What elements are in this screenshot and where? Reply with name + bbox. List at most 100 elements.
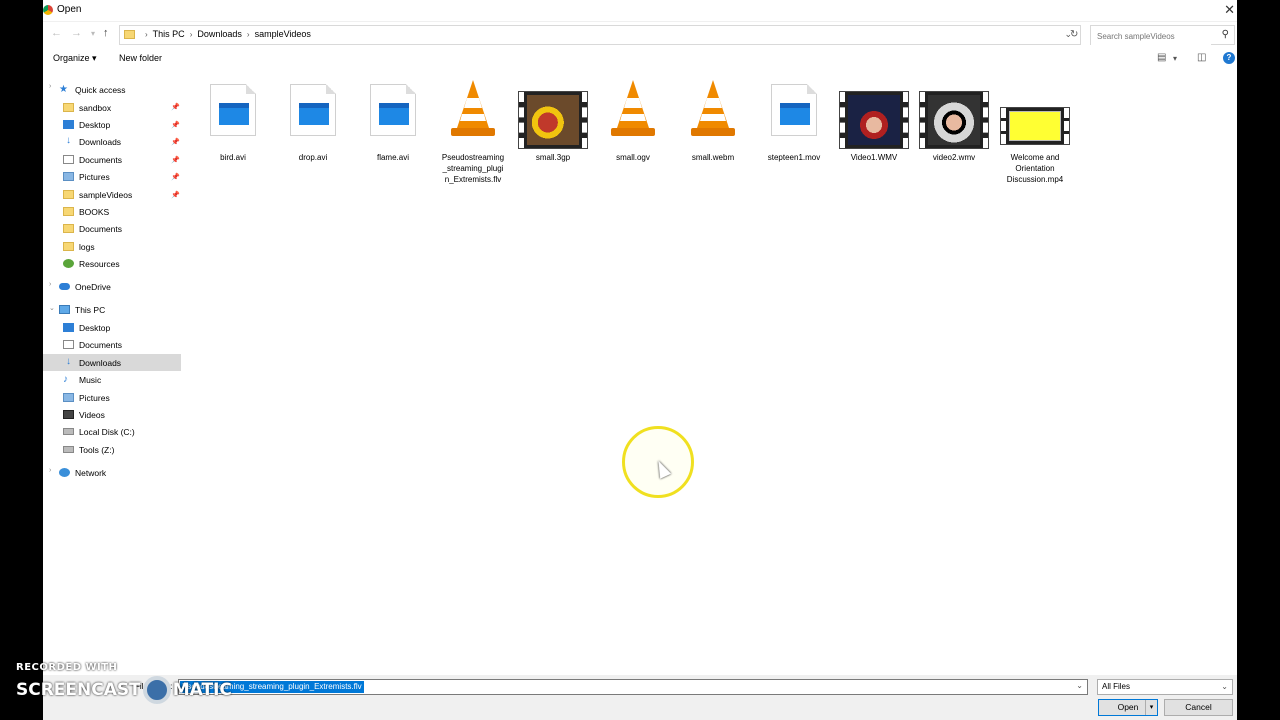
title-bar: Open ✕	[43, 0, 1237, 22]
up-arrow-icon[interactable]: ↑	[103, 27, 109, 39]
open-button[interactable]: Open ▾	[1098, 699, 1158, 716]
film-thumbnail	[518, 91, 588, 149]
new-folder-button[interactable]: New folder	[119, 53, 162, 63]
file-item-pseudostreaming[interactable]: Pseudostreaming _streaming_plugi n_Extre…	[433, 74, 513, 185]
breadcrumb-samplevideos[interactable]: sampleVideos	[255, 29, 311, 39]
file-name: drop.avi	[298, 153, 328, 162]
pin-icon: 📌	[171, 104, 180, 111]
nav-pc-pictures[interactable]: Pictures	[63, 389, 110, 406]
chevron-down-icon[interactable]: ⌄	[1076, 681, 1083, 690]
file-item-small-3gp[interactable]: small.3gp	[513, 74, 593, 163]
nav-label: Videos	[79, 409, 105, 420]
file-name: video2.wmv	[932, 153, 976, 162]
close-icon[interactable]: ✕	[1224, 2, 1235, 18]
organize-button[interactable]: Organize ▾	[53, 53, 97, 64]
disk-icon	[63, 428, 74, 435]
nav-item-documents[interactable]: Documents	[63, 151, 122, 168]
nav-label: Local Disk (C:)	[79, 426, 135, 437]
file-item-small-webm[interactable]: small.webm	[673, 74, 753, 163]
file-name-input[interactable]: Pseudostreaming_streaming_plugin_Extremi…	[178, 679, 1088, 695]
folder-icon	[63, 103, 74, 112]
nav-pc-videos[interactable]: Videos	[63, 406, 105, 423]
breadcrumb-downloads[interactable]: Downloads	[197, 29, 242, 39]
file-item-flame[interactable]: flame.avi	[353, 74, 433, 163]
expand-icon[interactable]: ›	[49, 467, 51, 474]
navigation-pane: › ★ Quick access sandbox 📌 Desktop 📌 ↓ Dow…	[43, 78, 183, 668]
cancel-button[interactable]: Cancel	[1164, 699, 1233, 716]
film-thumbnail	[839, 91, 909, 149]
nav-pc-desktop[interactable]: Desktop	[63, 319, 110, 336]
nav-label: Desktop	[79, 119, 111, 130]
resources-icon	[63, 259, 74, 268]
file-item-drop[interactable]: drop.avi	[273, 74, 353, 163]
documents-icon	[63, 340, 74, 349]
file-name: Welcome and Orientation Discussion.mp4	[1006, 153, 1064, 184]
view-dropdown-icon[interactable]: ▾	[1173, 54, 1177, 63]
nav-item-downloads[interactable]: ↓ Downloads	[63, 133, 121, 150]
nav-label: logs	[79, 241, 95, 252]
view-options-icon[interactable]: ▤	[1157, 52, 1166, 63]
search-box[interactable]: ⚲	[1090, 25, 1235, 45]
chevron-down-icon: ⌄	[1221, 682, 1228, 691]
file-type-select[interactable]: All Files ⌄	[1097, 679, 1233, 695]
file-item-bird[interactable]: bird.avi	[193, 74, 273, 163]
nav-item-desktop[interactable]: Desktop	[63, 116, 110, 133]
open-label: Open	[1117, 702, 1139, 712]
nav-onedrive[interactable]: OneDrive	[59, 278, 111, 295]
documents-icon	[63, 155, 74, 164]
videos-icon	[63, 410, 74, 419]
nav-label: Documents	[79, 223, 122, 234]
nav-label: Downloads	[79, 136, 122, 147]
folder-icon	[63, 242, 74, 251]
nav-item-resources[interactable]: Resources	[63, 255, 120, 272]
nav-item-documents-folder[interactable]: Documents	[63, 220, 122, 237]
help-icon[interactable]: ?	[1223, 52, 1235, 64]
back-arrow-icon[interactable]: ←	[51, 27, 62, 39]
nav-quick-access[interactable]: ★ Quick access	[59, 81, 126, 98]
breadcrumb-this-pc[interactable]: This PC	[153, 29, 185, 39]
nav-item-pictures[interactable]: Pictures	[63, 168, 110, 185]
file-item-video2[interactable]: video2.wmv	[914, 74, 994, 163]
nav-label: Pictures	[79, 171, 110, 182]
breadcrumb-chevron-icon[interactable]: ›	[190, 30, 193, 39]
nav-pc-local-disk[interactable]: Local Disk (C:)	[63, 423, 135, 440]
breadcrumb: › This PC › Downloads › sampleVideos	[140, 29, 311, 39]
pin-icon: 📌	[171, 157, 180, 164]
nav-pc-tools[interactable]: Tools (Z:)	[63, 441, 114, 458]
collapse-icon[interactable]: ⌄	[49, 304, 55, 312]
address-bar[interactable]: › This PC › Downloads › sampleVideos ⌄	[119, 25, 1081, 45]
nav-label: Music	[79, 374, 102, 385]
file-name: flame.avi	[376, 153, 409, 162]
nav-pc-music[interactable]: ♪ Music	[63, 371, 101, 388]
recent-dropdown-icon[interactable]: ▾	[91, 29, 95, 38]
nav-item-sandbox[interactable]: sandbox	[63, 99, 111, 116]
nav-item-samplevideos[interactable]: sampleVideos	[63, 186, 132, 203]
folder-icon	[63, 207, 74, 216]
open-dropdown-icon[interactable]: ▾	[1145, 700, 1157, 715]
refresh-icon[interactable]: ↻	[1070, 29, 1078, 40]
nav-network[interactable]: Network	[59, 464, 106, 481]
nav-pc-downloads[interactable]: ↓ Downloads	[43, 354, 181, 371]
file-item-small-ogv[interactable]: small.ogv	[593, 74, 673, 163]
nav-label: This PC	[75, 304, 106, 315]
nav-this-pc[interactable]: This PC	[59, 301, 105, 318]
expand-icon[interactable]: ›	[49, 83, 51, 90]
nav-item-books[interactable]: BOOKS	[63, 203, 109, 220]
expand-icon[interactable]: ›	[49, 281, 51, 288]
breadcrumb-chevron-icon[interactable]: ›	[247, 30, 250, 39]
preview-pane-icon[interactable]: ◫	[1197, 52, 1206, 63]
nav-label: Tools (Z:)	[79, 444, 115, 455]
organize-label: Organize	[53, 53, 90, 63]
nav-pc-documents[interactable]: Documents	[63, 336, 122, 353]
search-input[interactable]	[1091, 28, 1211, 45]
file-name: stepteen1.mov	[767, 153, 821, 162]
file-item-video1[interactable]: Video1.WMV	[834, 74, 914, 163]
pin-icon: 📌	[171, 192, 180, 199]
forward-arrow-icon[interactable]: →	[71, 27, 82, 39]
nav-item-logs[interactable]: logs	[63, 238, 95, 255]
watermark-line1: RECORDED WITH	[16, 662, 118, 673]
open-file-dialog: Open ✕ ← → ▾ ↑ › This PC › Downloads › sample…	[43, 0, 1237, 720]
breadcrumb-chevron-icon[interactable]: ›	[145, 30, 148, 39]
file-item-welcome[interactable]: Welcome and Orientation Discussion.mp4	[995, 74, 1075, 185]
file-item-stepteen1[interactable]: stepteen1.mov	[754, 74, 834, 163]
